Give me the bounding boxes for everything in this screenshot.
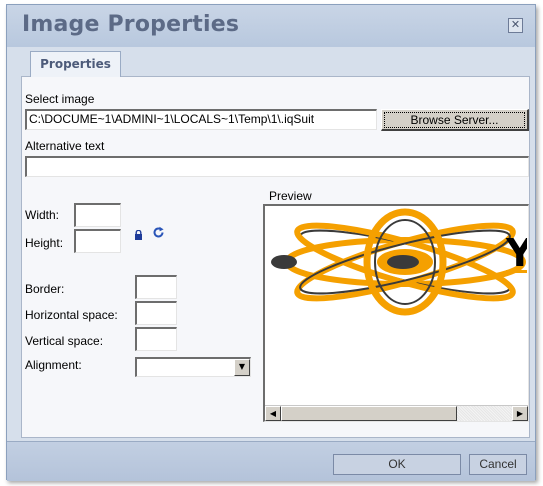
atom-logo-image: Y [271, 208, 527, 316]
preview-label: Preview [269, 189, 312, 203]
cancel-button[interactable]: Cancel [469, 454, 527, 475]
vertical-space-label: Vertical space: [25, 334, 104, 348]
lock-icon[interactable] [134, 229, 144, 240]
scroll-left-icon[interactable]: ◀ [265, 406, 281, 421]
select-image-input[interactable]: C:\DOCUME~1\ADMINI~1\LOCALS~1\Temp\1\.iq… [25, 109, 377, 130]
height-input[interactable] [74, 229, 121, 253]
close-icon[interactable]: ✕ [508, 18, 523, 33]
alt-text-input[interactable] [25, 156, 529, 177]
dialog-footer: OK Cancel [7, 441, 535, 481]
border-label: Border: [25, 282, 65, 296]
alignment-label: Alignment: [25, 358, 82, 372]
alignment-value [137, 363, 139, 377]
title-bar[interactable]: Image Properties ✕ [7, 5, 535, 47]
tab-properties[interactable]: Properties [30, 51, 121, 77]
alt-text-label: Alternative text [25, 139, 105, 153]
image-properties-dialog: Image Properties ✕ Properties Select ima… [6, 4, 536, 481]
preview-box: Y ◀ ▶ [263, 204, 529, 422]
browse-server-label: Browse Server... [384, 112, 525, 128]
scroll-thumb[interactable] [281, 406, 457, 421]
select-image-label: Select image [25, 92, 95, 106]
scroll-right-icon[interactable]: ▶ [512, 406, 528, 421]
logo-letter: Y [505, 231, 527, 275]
reset-size-icon[interactable] [152, 226, 166, 240]
width-label: Width: [25, 208, 60, 222]
browse-server-button[interactable]: Browse Server... [381, 109, 529, 131]
border-input[interactable] [135, 275, 177, 299]
chevron-down-icon[interactable]: ▼ [234, 359, 250, 376]
dialog-title: Image Properties [22, 12, 240, 37]
height-label: Height: [25, 236, 64, 250]
alignment-select[interactable]: ▼ [135, 357, 251, 377]
horizontal-scrollbar[interactable]: ◀ ▶ [265, 405, 528, 421]
width-input[interactable] [74, 203, 121, 227]
vertical-space-input[interactable] [135, 327, 177, 351]
horizontal-space-input[interactable] [135, 301, 177, 325]
ok-button[interactable]: OK [333, 454, 461, 475]
horizontal-space-label: Horizontal space: [25, 308, 118, 322]
